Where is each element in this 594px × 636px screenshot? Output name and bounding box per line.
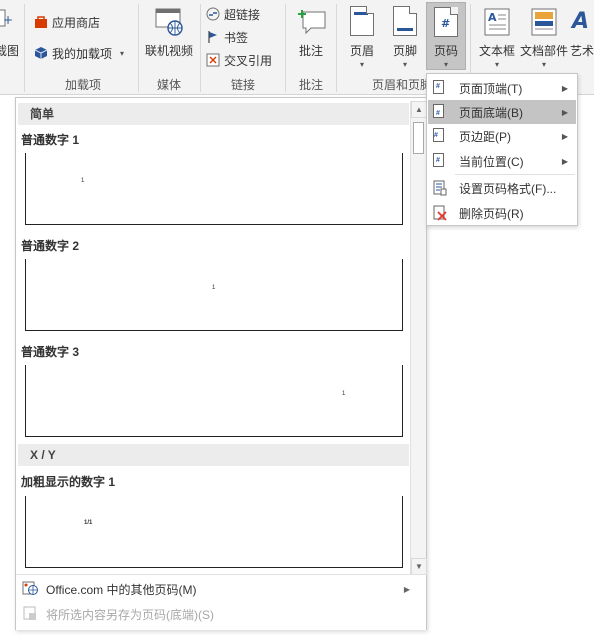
textbox-button[interactable]: A 文本框 ▾ <box>476 2 518 72</box>
bookmark-flag-icon <box>206 30 220 44</box>
page-number-button[interactable]: # 页码 ▾ <box>426 2 466 70</box>
group-separator <box>285 4 286 92</box>
wordart-button[interactable]: A 艺术 <box>570 2 594 72</box>
page-number-sample: 1 <box>81 178 85 184</box>
gallery-item-plain-number-3[interactable]: 1 <box>25 365 403 437</box>
my-addins-button[interactable]: 我的加载项 ▾ <box>34 43 124 63</box>
store-bag-icon <box>34 15 48 29</box>
group-separator <box>138 4 139 92</box>
format-page-numbers-icon <box>433 180 447 196</box>
menu-item-page-margins[interactable]: # 页边距(P) ▶ <box>428 124 576 148</box>
online-video-button[interactable]: 联机视频 <box>143 2 195 72</box>
comment-bubble-icon <box>297 6 326 38</box>
section-header-xy: X / Y <box>18 444 409 466</box>
gallery-item-title: 普通数字 2 <box>21 239 80 253</box>
gallery-item-title: 普通数字 1 <box>21 133 80 147</box>
more-page-numbers-office-com[interactable]: Office.com 中的其他页码(M) ▶ <box>22 578 422 600</box>
scroll-up-arrow-icon[interactable]: ▲ <box>411 101 427 118</box>
submenu-arrow-icon: ▶ <box>561 156 568 166</box>
gallery-footer: Office.com 中的其他页码(M) ▶ 将所选内容另存为页码(底端)(S) <box>16 574 426 630</box>
header-page-icon <box>348 6 376 38</box>
hyperlink-button[interactable]: 超链接 <box>206 4 260 24</box>
page-top-icon: # <box>433 80 447 96</box>
submenu-arrow-icon: ▶ <box>403 585 410 594</box>
comments-group-label: 批注 <box>298 78 323 92</box>
chevron-down-icon: ▾ <box>443 60 448 69</box>
header-button[interactable]: 页眉 ▾ <box>342 2 382 72</box>
gallery-item-title: 普通数字 3 <box>21 345 80 359</box>
page-number-icon: # <box>432 7 460 38</box>
media-group-label: 媒体 <box>156 78 181 92</box>
page-margins-icon: # <box>433 128 447 144</box>
cross-reference-icon <box>206 53 220 67</box>
online-video-icon <box>155 6 183 38</box>
current-position-icon: # <box>433 153 447 169</box>
submenu-arrow-icon: ▶ <box>561 131 568 141</box>
group-separator <box>200 4 201 92</box>
cross-reference-button[interactable]: 交叉引用 <box>206 50 272 70</box>
group-separator <box>24 4 25 92</box>
comment-button[interactable]: 批注 <box>292 2 330 72</box>
svg-text:+: + <box>3 13 13 27</box>
gallery-scrollbar[interactable]: ▲ ▼ <box>410 101 427 575</box>
addins-cube-icon <box>34 46 48 60</box>
app-store-button[interactable]: 应用商店 <box>34 12 100 32</box>
page-number-sample: 1 <box>212 285 216 291</box>
office-globe-icon <box>22 580 38 599</box>
bookmark-button[interactable]: 书签 <box>206 27 248 47</box>
chevron-down-icon: ▾ <box>494 60 499 69</box>
submenu-arrow-icon: ▶ <box>561 83 568 93</box>
textbox-icon: A <box>483 6 511 38</box>
addins-group-label: 加载项 <box>64 78 101 92</box>
chevron-down-icon: ▾ <box>541 60 546 69</box>
wordart-icon: A <box>570 6 594 38</box>
page-number-sample: 1 <box>342 391 346 397</box>
header-footer-group-label: 页眉和页脚 <box>372 78 426 92</box>
page-number-menu: # 页面顶端(T) ▶ # 页面底端(B) ▶ # 页边距(P) ▶ # 当前位… <box>426 73 578 226</box>
quick-parts-icon <box>530 6 558 38</box>
gallery-item-bold-number-1[interactable]: 1/1 <box>25 496 403 568</box>
page-number-gallery: 简单 普通数字 1 1 普通数字 2 1 普通数字 3 1 X / Y 加粗显示… <box>15 97 427 630</box>
links-group-label: 链接 <box>230 78 255 92</box>
menu-item-bottom-of-page[interactable]: # 页面底端(B) ▶ <box>428 100 576 124</box>
quick-parts-button[interactable]: 文档部件 ▾ <box>520 2 568 72</box>
chain-link-icon <box>206 7 220 21</box>
menu-separator <box>455 174 575 175</box>
menu-item-current-position[interactable]: # 当前位置(C) ▶ <box>428 149 576 173</box>
remove-page-numbers-icon <box>433 205 447 221</box>
screenshot-icon: + <box>0 6 21 38</box>
save-selection-to-gallery[interactable]: 将所选内容另存为页码(底端)(S) <box>22 603 214 625</box>
section-header-simple: 简单 <box>18 103 409 125</box>
menu-item-top-of-page[interactable]: # 页面顶端(T) ▶ <box>428 76 576 100</box>
chevron-down-icon: ▾ <box>359 60 364 69</box>
menu-item-remove-page-numbers[interactable]: 删除页码(R) <box>428 201 576 225</box>
page-bottom-icon: # <box>433 104 447 120</box>
page-number-sample: 1/1 <box>84 520 93 526</box>
group-separator <box>336 4 337 92</box>
scroll-down-arrow-icon[interactable]: ▼ <box>411 558 427 575</box>
chevron-down-icon: ▾ <box>402 60 407 69</box>
footer-page-icon <box>391 6 419 38</box>
gallery-item-plain-number-1[interactable]: 1 <box>25 153 403 225</box>
svg-text:A: A <box>570 9 589 34</box>
save-gallery-icon <box>22 605 38 624</box>
footer-button[interactable]: 页脚 ▾ <box>386 2 424 72</box>
gallery-item-title: 加粗显示的数字 1 <box>21 475 116 489</box>
gallery-item-plain-number-2[interactable]: 1 <box>25 259 403 331</box>
submenu-arrow-icon: ▶ <box>561 107 568 117</box>
menu-item-format-page-numbers[interactable]: 设置页码格式(F)... <box>428 176 576 200</box>
svg-text:A: A <box>488 11 497 24</box>
screenshot-button[interactable]: + 截图 <box>0 2 20 72</box>
chevron-down-icon: ▾ <box>120 48 125 58</box>
scroll-thumb[interactable] <box>413 122 424 154</box>
